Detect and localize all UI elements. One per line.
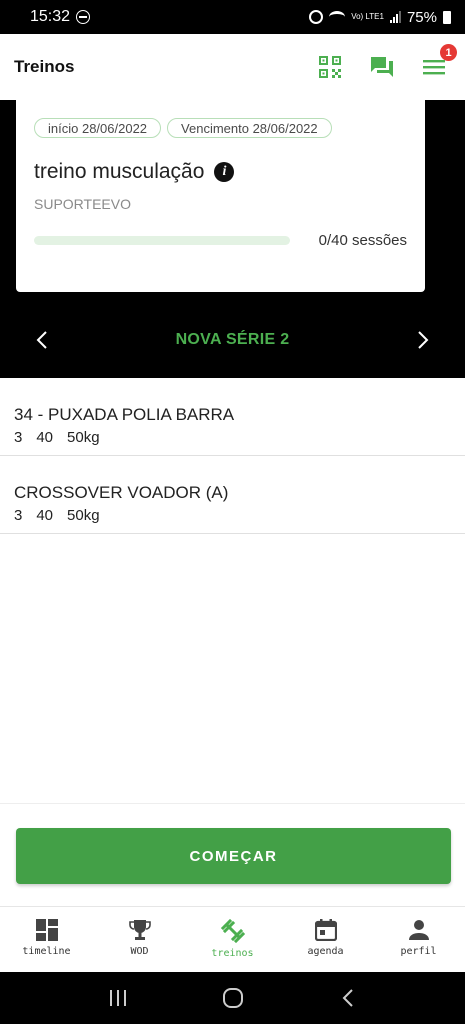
bottom-navigation: timeline WOD treinos agenda perfil (0, 906, 465, 972)
header-actions: 1 (317, 44, 457, 80)
wifi-icon (329, 11, 346, 23)
plan-subtitle: SUPORTEEVO (34, 196, 131, 212)
battery-percent: 75% (406, 8, 437, 26)
menu-icon (423, 60, 445, 75)
exercise-name: CROSSOVER VOADOR (A) (14, 483, 229, 502)
chat-button[interactable] (369, 54, 395, 80)
start-workout-button[interactable]: COMEÇAR (16, 828, 451, 884)
plan-dates: início 28/06/2022 Vencimento 28/06/2022 (34, 118, 407, 138)
recent-apps-button[interactable] (103, 983, 133, 1013)
nav-label: agenda (307, 946, 344, 957)
nav-item-wod[interactable]: WOD (93, 907, 186, 972)
exercise-item[interactable]: 34 - PUXADA POLIA BARRA 3 40 50kg (0, 378, 465, 456)
home-button[interactable] (218, 983, 248, 1013)
exercise-reps: 40 (36, 429, 54, 446)
trophy-icon (128, 920, 151, 940)
dumbbell-icon (220, 919, 245, 943)
exercise-load: 50kg (67, 429, 100, 446)
nav-label: treinos (211, 948, 254, 959)
battery-icon (443, 10, 451, 24)
do-not-disturb-icon (76, 10, 91, 24)
nav-item-perfil[interactable]: perfil (372, 907, 465, 972)
nav-item-treinos[interactable]: treinos (186, 907, 279, 972)
plan-card: início 28/06/2022 Vencimento 28/06/2022 … (16, 100, 425, 292)
signal-icon (389, 11, 401, 23)
home-icon (222, 988, 243, 1008)
qr-code-button[interactable] (317, 54, 343, 80)
exercise-sets: 3 (14, 507, 23, 524)
menu-button[interactable]: 1 (421, 44, 457, 80)
info-icon[interactable]: i (214, 162, 235, 182)
chevron-left-icon (36, 331, 47, 349)
nav-label: WOD (130, 946, 149, 957)
exercise-sets: 3 (14, 429, 23, 446)
exercise-details: 3 40 50kg (14, 429, 451, 446)
status-bar: 15:32 Vo) LTE1 75% (0, 0, 465, 34)
nav-item-timeline[interactable]: timeline (0, 907, 93, 972)
alarm-icon (309, 10, 324, 24)
series-title: NOVA SÉRIE 2 (175, 331, 290, 348)
start-date-tag: início 28/06/2022 (34, 118, 162, 138)
divider (0, 803, 465, 804)
exercise-reps: 40 (36, 507, 54, 524)
nav-item-agenda[interactable]: agenda (279, 907, 372, 972)
chevron-right-icon (418, 331, 429, 349)
plan-progress: 0/40 sessões (34, 232, 407, 249)
calendar-icon (314, 919, 337, 941)
page-title: Treinos (14, 57, 75, 76)
recent-apps-icon (109, 990, 126, 1006)
person-icon (408, 920, 429, 940)
nav-label: timeline (22, 946, 71, 957)
previous-series-button[interactable] (30, 328, 54, 352)
status-icons: Vo) LTE1 75% (309, 9, 451, 26)
app-header: Treinos 1 (0, 34, 465, 100)
series-navigator: NOVA SÉRIE 2 (0, 318, 465, 362)
progress-text: 0/40 sessões (318, 232, 407, 249)
back-icon (342, 989, 353, 1007)
nav-label: perfil (400, 946, 437, 957)
notification-badge: 1 (440, 44, 457, 61)
chat-icon (371, 57, 393, 77)
dashboard-icon (35, 919, 58, 941)
exercise-list: 34 - PUXADA POLIA BARRA 3 40 50kg CROSSO… (0, 378, 465, 534)
next-series-button[interactable] (411, 328, 435, 352)
status-time: 15:32 (30, 8, 71, 25)
plan-title: treino musculação (34, 160, 205, 183)
exercise-name: 34 - PUXADA POLIA BARRA (14, 405, 235, 424)
qr-code-icon (319, 56, 341, 78)
exercise-item[interactable]: CROSSOVER VOADOR (A) 3 40 50kg (0, 456, 465, 534)
due-date-tag: Vencimento 28/06/2022 (167, 118, 332, 138)
exercise-details: 3 40 50kg (14, 507, 451, 524)
system-navigation-bar (0, 972, 465, 1024)
back-button[interactable] (333, 983, 363, 1013)
exercise-load: 50kg (67, 507, 100, 524)
progress-bar (34, 236, 290, 245)
plan-title-row: treino musculação i (34, 160, 407, 184)
volte-icon: Vo) LTE1 (351, 12, 384, 21)
